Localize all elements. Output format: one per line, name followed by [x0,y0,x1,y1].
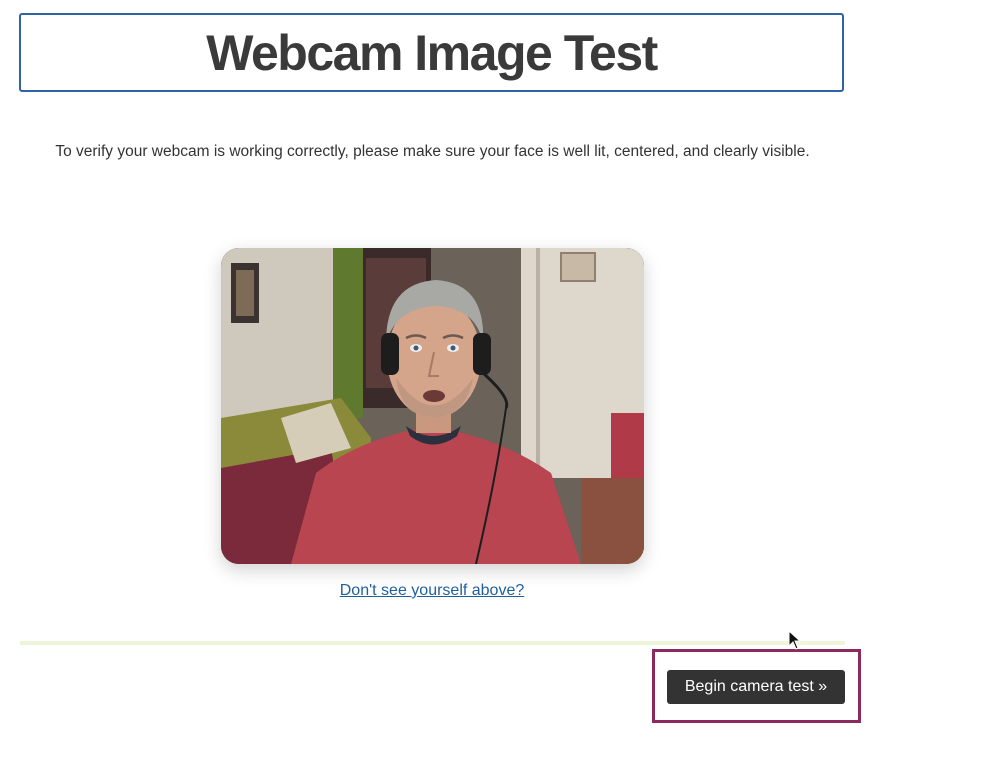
mouse-pointer-icon [788,630,802,650]
webcam-feed-image [221,248,644,564]
begin-camera-test-button[interactable]: Begin camera test » [667,670,845,704]
title-box: Webcam Image Test [19,13,844,92]
page-title: Webcam Image Test [206,24,658,81]
webcam-preview [221,248,644,564]
help-link[interactable]: Don't see yourself above? [0,582,864,600]
instructions-text: To verify your webcam is working correct… [55,143,810,160]
divider [20,641,845,645]
